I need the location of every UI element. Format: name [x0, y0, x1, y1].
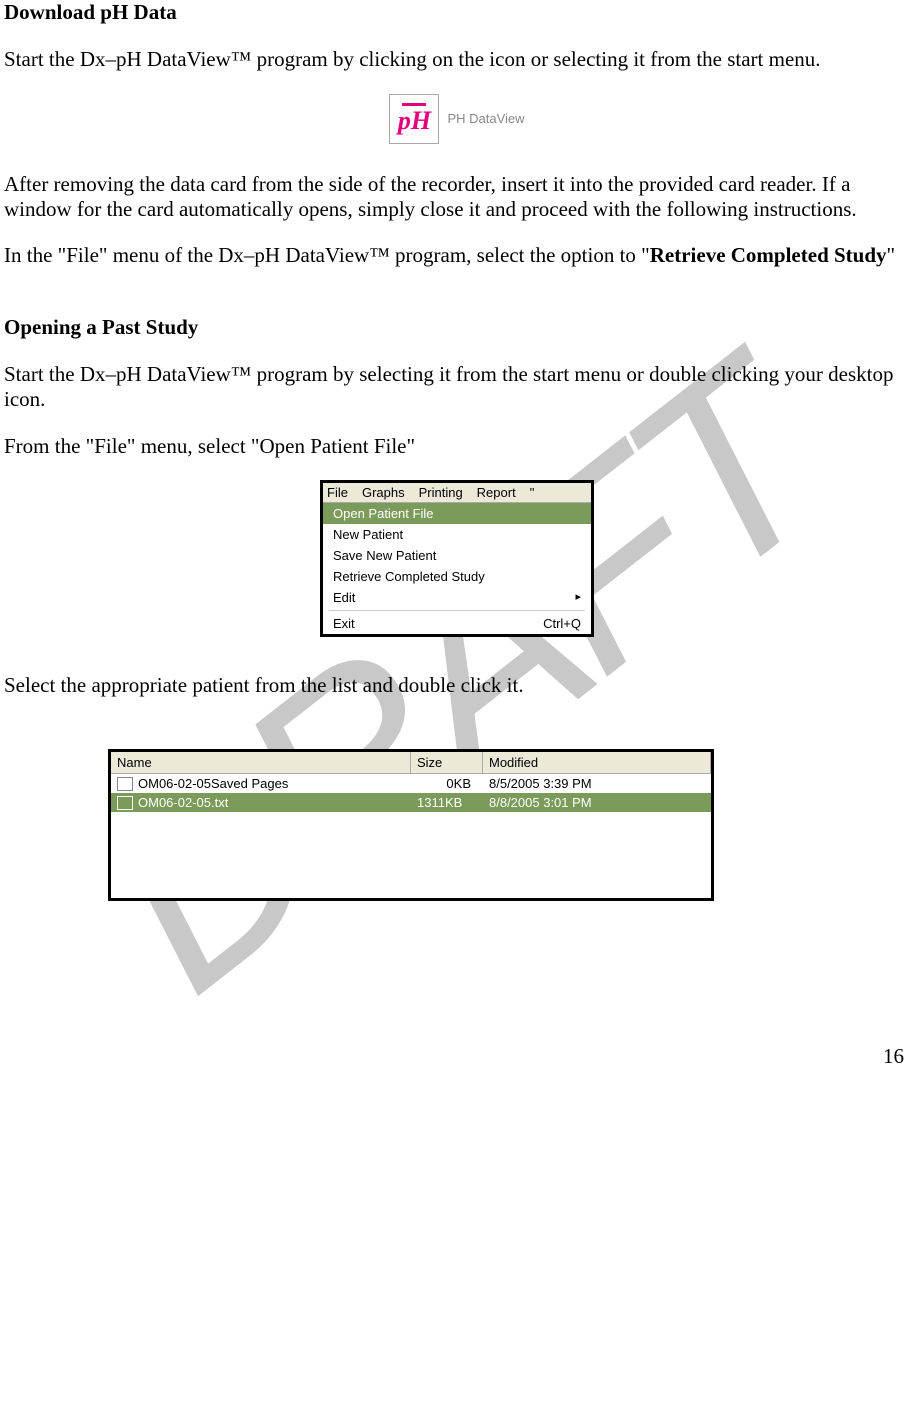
ph-logo-block: pH PH DataView: [4, 94, 910, 144]
menu-graphs[interactable]: Graphs: [362, 485, 405, 500]
retrieve-completed-study-bold: Retrieve Completed Study: [650, 243, 887, 267]
file-size: 0KB: [411, 774, 483, 793]
para-open-patient-file: From the "File" menu, select "Open Patie…: [4, 434, 910, 459]
menu-item-label: Exit: [333, 616, 355, 631]
text-fragment: In the "File" menu of the Dx–pH DataView…: [4, 243, 650, 267]
ph-dataview-icon: pH: [389, 94, 439, 144]
logo-caption: PH DataView: [447, 111, 524, 126]
submenu-arrow-icon: ▸: [575, 590, 581, 605]
file-menu-screenshot: File Graphs Printing Report " Open Patie…: [320, 480, 594, 637]
menu-item-label: Open Patient File: [333, 506, 433, 521]
file-list-empty-space: [111, 812, 711, 898]
menu-shortcut: Ctrl+Q: [543, 616, 581, 631]
para-select-patient: Select the appropriate patient from the …: [4, 673, 910, 698]
file-size: 1311KB: [411, 793, 483, 812]
menubar: File Graphs Printing Report ": [323, 483, 591, 502]
menu-separator: [329, 610, 585, 611]
menubar-trailing-char: ": [530, 485, 535, 500]
file-name: OM06-02-05.txt: [138, 795, 228, 810]
menu-item-edit[interactable]: Edit ▸: [323, 587, 591, 608]
file-list-screenshot: Name Size Modified OM06-02-05Saved Pages…: [108, 749, 714, 901]
menu-printing[interactable]: Printing: [419, 485, 463, 500]
para-remove-card: After removing the data card from the si…: [4, 172, 910, 222]
menu-item-label: Retrieve Completed Study: [333, 569, 485, 584]
menu-item-label: Save New Patient: [333, 548, 436, 563]
column-header-modified[interactable]: Modified: [483, 752, 711, 773]
file-icon: [117, 796, 133, 810]
menu-item-new-patient[interactable]: New Patient: [323, 524, 591, 545]
file-row-selected[interactable]: OM06-02-05.txt 1311KB 8/8/2005 3:01 PM: [111, 793, 711, 812]
menu-dropdown: Open Patient File New Patient Save New P…: [323, 502, 591, 634]
menu-report[interactable]: Report: [477, 485, 516, 500]
menu-file[interactable]: File: [327, 485, 348, 500]
logo-text: pH: [398, 108, 431, 134]
para-start-program-1: Start the Dx–pH DataView™ program by cli…: [4, 47, 910, 72]
file-list-header: Name Size Modified: [111, 752, 711, 774]
heading-opening-past-study: Opening a Past Study: [4, 315, 910, 340]
heading-download: Download pH Data: [4, 0, 910, 25]
menu-item-label: Edit: [333, 590, 355, 605]
file-modified: 8/8/2005 3:01 PM: [483, 793, 711, 812]
text-fragment: ": [887, 243, 896, 267]
column-header-size[interactable]: Size: [411, 752, 483, 773]
file-name: OM06-02-05Saved Pages: [138, 776, 288, 791]
column-header-name[interactable]: Name: [111, 752, 411, 773]
folder-icon: [117, 777, 133, 791]
menu-item-open-patient-file[interactable]: Open Patient File: [323, 503, 591, 524]
file-modified: 8/5/2005 3:39 PM: [483, 774, 711, 793]
menu-item-retrieve-completed-study[interactable]: Retrieve Completed Study: [323, 566, 591, 587]
menu-item-save-new-patient[interactable]: Save New Patient: [323, 545, 591, 566]
menu-item-label: New Patient: [333, 527, 403, 542]
para-start-program-2: Start the Dx–pH DataView™ program by sel…: [4, 362, 910, 412]
menu-item-exit[interactable]: Exit Ctrl+Q: [323, 613, 591, 634]
para-retrieve-study: In the "File" menu of the Dx–pH DataView…: [4, 243, 910, 268]
file-row-folder[interactable]: OM06-02-05Saved Pages 0KB 8/5/2005 3:39 …: [111, 774, 711, 793]
